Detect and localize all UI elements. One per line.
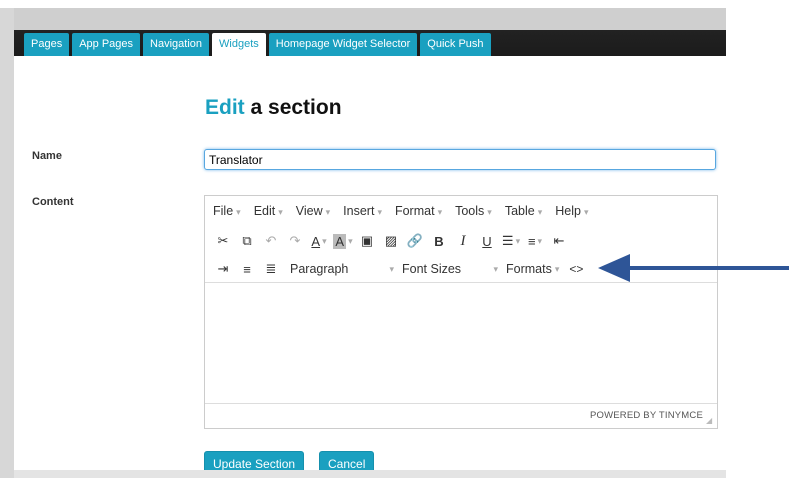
editor-toolbar-row-1: ✂ ⧉ ↶ ↷ A ▾ A ▾ ▣ ▨ 🔗 B I U ☰ ▾ ≡ ▾ ⇤ — [212, 230, 572, 252]
menu-help-label: Help — [555, 204, 581, 218]
chevron-down-icon: ▾ — [389, 263, 394, 274]
menu-view-label: View — [295, 204, 323, 218]
menu-table-label: Table — [504, 204, 535, 218]
chevron-down-icon: ▾ — [325, 207, 331, 217]
align-center-icon[interactable]: ≣ — [260, 258, 282, 280]
media-icon[interactable]: ▣ — [356, 230, 378, 252]
chevron-down-icon: ▾ — [487, 207, 492, 217]
frame-top — [0, 0, 790, 8]
menu-file[interactable]: File ▾ — [213, 204, 241, 218]
menu-format-label: Format — [394, 204, 435, 218]
left-strip — [0, 8, 14, 478]
menu-insert-label: Insert — [343, 204, 375, 218]
font-sizes-select[interactable]: Font Sizes ▾ — [402, 262, 498, 276]
menu-edit[interactable]: Edit ▾ — [254, 204, 283, 218]
editor-toolbar-row-2: ⇥ ≡ ≣ Paragraph ▾ Font Sizes ▾ Formats ▾ <> — [212, 258, 589, 280]
image-icon[interactable]: ▨ — [380, 230, 402, 252]
chevron-down-icon: ▾ — [554, 263, 560, 274]
chevron-down-icon: ▾ — [377, 207, 382, 217]
cut-icon[interactable]: ✂ — [212, 230, 234, 252]
tab-widgets[interactable]: Widgets — [212, 33, 266, 57]
bullet-list-icon[interactable]: ☰ ▾ — [500, 230, 522, 252]
chevron-down-icon: ▾ — [236, 207, 241, 217]
underline-icon[interactable]: U — [476, 230, 498, 252]
background-color-icon[interactable]: A ▾ — [332, 230, 354, 252]
menu-tools[interactable]: Tools ▾ — [455, 204, 492, 218]
name-input[interactable] — [204, 149, 716, 170]
tab-navigation[interactable]: Navigation — [143, 33, 210, 56]
menu-view[interactable]: View ▾ — [296, 204, 330, 218]
numbered-list-icon[interactable]: ≡ ▾ — [524, 230, 546, 252]
outdent-icon[interactable]: ⇤ — [548, 230, 570, 252]
menu-table[interactable]: Table ▾ — [505, 204, 542, 218]
page-title-rest: a section — [244, 96, 342, 119]
editor-body[interactable] — [205, 282, 717, 404]
redo-icon[interactable]: ↷ — [284, 230, 306, 252]
font-sizes-select-label: Font Sizes — [402, 262, 462, 276]
arrow-annotation-icon — [598, 254, 789, 282]
page-title: Edit a section — [205, 96, 342, 120]
resize-handle-icon[interactable]: ◢ — [706, 417, 714, 425]
italic-icon[interactable]: I — [452, 230, 474, 252]
editor-status: POWERED BY TINYMCE — [589, 410, 703, 421]
chevron-down-icon: ▾ — [583, 207, 589, 217]
menu-format[interactable]: Format ▾ — [395, 204, 442, 218]
indent-icon[interactable]: ⇥ — [212, 258, 234, 280]
chevron-down-icon: ▾ — [437, 207, 443, 217]
editor-menubar: File ▾ Edit ▾ View ▾ Insert ▾ Format ▾ Tools ▾… — [213, 204, 588, 218]
tab-strip: Pages App Pages Navigation Widgets Homep… — [24, 33, 491, 57]
tab-pages[interactable]: Pages — [24, 33, 70, 56]
menu-file-label: File — [213, 204, 234, 218]
chevron-down-icon: ▾ — [278, 207, 283, 217]
bold-icon[interactable]: B — [428, 230, 450, 252]
content-label: Content — [32, 196, 74, 208]
menu-edit-label: Edit — [253, 204, 276, 218]
text-color-icon[interactable]: A ▾ — [308, 230, 330, 252]
menu-help[interactable]: Help ▾ — [555, 204, 588, 218]
tab-homepage-widget-selector[interactable]: Homepage Widget Selector — [268, 33, 418, 56]
menu-insert[interactable]: Insert ▾ — [343, 204, 382, 218]
page-title-accent: Edit — [205, 96, 245, 119]
chevron-down-icon: ▾ — [537, 207, 543, 217]
tab-app-pages[interactable]: App Pages — [72, 33, 141, 56]
undo-icon[interactable]: ↶ — [260, 230, 282, 252]
paragraph-select[interactable]: Paragraph ▾ — [290, 262, 394, 276]
rich-text-editor: File ▾ Edit ▾ View ▾ Insert ▾ Format ▾ Tools ▾… — [204, 195, 718, 429]
tab-quick-push[interactable]: Quick Push — [420, 33, 491, 56]
bottom-strip — [14, 470, 726, 478]
name-label: Name — [32, 150, 62, 162]
copy-icon[interactable]: ⧉ — [236, 230, 258, 252]
link-icon[interactable]: 🔗 — [404, 230, 426, 252]
source-code-button[interactable]: <> — [565, 258, 587, 280]
align-left-icon[interactable]: ≡ — [236, 258, 258, 280]
menu-tools-label: Tools — [455, 204, 485, 218]
code-icon: <> — [569, 262, 584, 276]
formats-select[interactable]: Formats ▾ — [506, 262, 559, 276]
formats-select-label: Formats — [506, 262, 552, 276]
paragraph-select-label: Paragraph — [290, 262, 349, 276]
chevron-down-icon: ▾ — [493, 263, 498, 274]
